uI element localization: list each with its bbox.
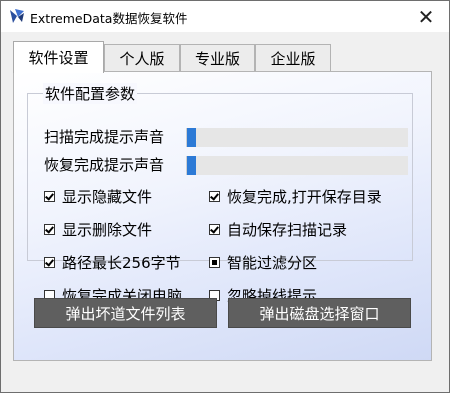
- tab-professional[interactable]: 专业版: [180, 44, 255, 71]
- restore-sound-label: 恢复完成提示声音: [44, 156, 165, 174]
- window-title: ExtremeData数据恢复软件: [30, 11, 188, 26]
- checkbox-label: 路径最长256字节: [62, 253, 181, 272]
- checkbox-label: 智能过滤分区: [227, 253, 318, 272]
- checkbox-box: [44, 256, 55, 268]
- checkbox-box: [209, 256, 220, 268]
- app-window: ExtremeData数据恢复软件 ✕ 软件设置 个人版 专业版 企业版 软件配…: [0, 0, 450, 393]
- checkbox-box: [209, 190, 220, 202]
- group-title: 软件配置参数: [43, 83, 138, 104]
- checkbox-box: [209, 223, 220, 235]
- auto-save-scan-record-checkbox[interactable]: 自动保存扫描记录: [209, 218, 347, 240]
- checkbox-box: [44, 190, 55, 202]
- tab-label: 专业版: [194, 49, 240, 68]
- tab-label: 个人版: [119, 49, 165, 68]
- title-bar[interactable]: ExtremeData数据恢复软件 ✕: [1, 1, 449, 32]
- checkbox-label: 恢复完成,打开保存目录: [227, 187, 382, 206]
- scan-sound-slider[interactable]: [186, 128, 408, 147]
- checkbox-box: [44, 223, 55, 235]
- close-button[interactable]: ✕: [403, 1, 449, 32]
- scan-sound-label: 扫描完成提示声音: [44, 128, 165, 146]
- checkbox-label: 显示隐藏文件: [62, 187, 153, 206]
- tab-software-settings[interactable]: 软件设置: [13, 41, 104, 73]
- tab-label: 软件设置: [28, 49, 89, 67]
- restore-sound-slider[interactable]: [186, 156, 408, 175]
- app-logo-icon: [8, 7, 26, 25]
- checkbox-label: 显示删除文件: [62, 220, 153, 239]
- show-deleted-files-checkbox[interactable]: 显示删除文件: [44, 218, 152, 240]
- smart-filter-partition-checkbox[interactable]: 智能过滤分区: [209, 251, 317, 273]
- open-folder-after-restore-checkbox[interactable]: 恢复完成,打开保存目录: [209, 185, 382, 207]
- tab-label: 企业版: [270, 49, 316, 68]
- show-hidden-files-checkbox[interactable]: 显示隐藏文件: [44, 185, 152, 207]
- tab-enterprise[interactable]: 企业版: [255, 44, 331, 71]
- show-bad-sector-files-button[interactable]: 弹出坏道文件列表: [34, 298, 217, 328]
- tab-personal[interactable]: 个人版: [104, 44, 180, 71]
- slider-fill: [187, 156, 196, 175]
- client-area: 软件设置 个人版 专业版 企业版 软件配置参数 扫描完成提示声音 恢复完成提示声…: [1, 32, 449, 392]
- slider-fill: [187, 128, 196, 147]
- max-path-256-checkbox[interactable]: 路径最长256字节: [44, 251, 181, 273]
- show-disk-select-button[interactable]: 弹出磁盘选择窗口: [228, 298, 411, 328]
- close-icon: ✕: [417, 4, 435, 29]
- checkbox-label: 自动保存扫描记录: [227, 220, 348, 239]
